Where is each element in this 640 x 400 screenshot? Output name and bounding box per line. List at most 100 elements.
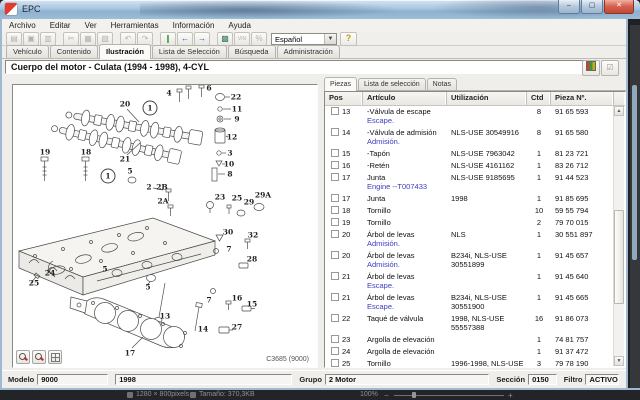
- row-checkbox[interactable]: [331, 347, 339, 355]
- row-checkbox[interactable]: [331, 194, 339, 202]
- table-row[interactable]: 13 -Válvula de escape Escape. 8 91 65 593: [325, 105, 614, 126]
- row-checkbox[interactable]: [331, 206, 339, 214]
- scroll-down-icon[interactable]: ▼: [614, 356, 624, 366]
- maximize-button[interactable]: ▢: [581, 0, 603, 14]
- row-article-cell: Junta Engine --T007433: [367, 173, 428, 191]
- table-row[interactable]: 21 Árbol de levas Escape. 1 91 45 640: [325, 270, 614, 291]
- row-pos-cell: 13: [325, 107, 363, 125]
- scroll-up-icon[interactable]: ▲: [614, 106, 624, 116]
- column-header-pos[interactable]: Pos: [325, 92, 363, 105]
- table-row[interactable]: 18 Tornillo 10 59 55 794: [325, 204, 614, 216]
- tab-veh-culo[interactable]: Vehículo: [6, 45, 49, 58]
- row-checkbox[interactable]: [331, 218, 339, 226]
- column-header-qty[interactable]: Ctd: [527, 92, 551, 105]
- row-checkbox[interactable]: [331, 173, 339, 181]
- cut-icon[interactable]: ✂: [63, 31, 79, 46]
- column-header-article[interactable]: Artículo: [363, 92, 447, 105]
- row-checkbox[interactable]: [331, 161, 339, 169]
- table-row[interactable]: 17 Junta Engine --T007433 NLS-USE 9185695 1 9…: [325, 171, 614, 192]
- copy-icon[interactable]: ▦: [80, 31, 96, 46]
- zoom-out-viewer-icon[interactable]: −: [384, 391, 389, 400]
- save-icon[interactable]: ▣: [23, 31, 39, 46]
- row-pos-cell: 23: [325, 335, 363, 344]
- vin-icon[interactable]: VIN: [234, 31, 250, 46]
- row-article-cell: Árbol de levas Escape.: [367, 293, 415, 311]
- column-header-usage[interactable]: Utilización: [447, 92, 527, 105]
- menu-item-ayuda[interactable]: Ayuda: [221, 21, 258, 30]
- row-checkbox[interactable]: [331, 251, 339, 259]
- close-button[interactable]: ✕: [604, 0, 634, 14]
- parts-tab-lista-de-selecci-n[interactable]: Lista de selección: [358, 78, 426, 90]
- tab-lista-de-selecci-n[interactable]: Lista de Selección: [151, 45, 227, 58]
- viewer-zoom-knob[interactable]: [412, 392, 416, 398]
- illustration-panel[interactable]: 4 6 22 11 9 12 3 10 8 20 21 19 18 5 2 2B 2A 23 25 29 29A 30 32…: [12, 84, 318, 368]
- callout-11: 11: [231, 104, 243, 114]
- language-select[interactable]: Español ▼: [271, 32, 337, 45]
- row-checkbox[interactable]: [331, 314, 339, 322]
- help-button[interactable]: ?: [340, 31, 357, 46]
- row-checkbox[interactable]: [331, 272, 339, 280]
- table-row[interactable]: 14 -Válvula de admisión Admisión. NLS-USE 3…: [325, 126, 614, 147]
- tab-b-squeda[interactable]: Búsqueda: [227, 45, 276, 58]
- title-bar[interactable]: EPC – ▢ ✕: [0, 0, 640, 19]
- row-checkbox[interactable]: [331, 359, 339, 367]
- table-row[interactable]: 21 Árbol de levas Escape. B234i, NLS-USE 30…: [325, 291, 614, 312]
- row-qty-cell: 1: [536, 293, 542, 302]
- tab-contenido[interactable]: Contenido: [49, 45, 98, 58]
- callout-28: 28: [246, 254, 258, 264]
- table-row[interactable]: 24 Argolla de elevación 1 91 37 472: [325, 345, 614, 357]
- row-checkbox[interactable]: [331, 293, 339, 301]
- scrollbar-thumb[interactable]: [614, 210, 624, 304]
- percent-icon[interactable]: %: [251, 31, 267, 46]
- menu-item-archivo[interactable]: Archivo: [2, 21, 43, 30]
- zoom-out-button[interactable]: [32, 350, 46, 364]
- row-article-cell: Árbol de levas Admisión.: [367, 251, 415, 269]
- status-label-grupo: Grupo: [299, 375, 322, 384]
- table-row[interactable]: 15 -Tapón NLS-USE 7963042 1 81 23 721: [325, 147, 614, 159]
- row-checkbox[interactable]: [331, 335, 339, 343]
- menu-item-herramientas[interactable]: Herramientas: [104, 21, 166, 30]
- callout-circled-1: 1: [100, 168, 116, 184]
- table-row[interactable]: 25 Tornillo 1996-1998, NLS-USE 55566034 3 79…: [325, 357, 614, 367]
- menu-item-ver[interactable]: Ver: [78, 21, 104, 30]
- table-row[interactable]: 22 Taqué de válvula 1998, NLS-USE 55557388…: [325, 312, 614, 333]
- minimize-button[interactable]: –: [558, 0, 580, 14]
- table-row[interactable]: 20 Árbol de levas Admisión. B234i, NLS-USE …: [325, 249, 614, 270]
- row-qty-cell: 8: [536, 128, 542, 137]
- table-row[interactable]: 23 Argolla de elevación 1 74 81 757: [325, 333, 614, 345]
- forward-icon[interactable]: →: [194, 31, 210, 46]
- column-header-partno[interactable]: Pieza Nº.: [551, 92, 614, 105]
- table-row[interactable]: 16 -Retén NLS-USE 4161162 1 83 26 712: [325, 159, 614, 171]
- status-bar: Modelo 9000 1998 Grupo 2 Motor Sección 0150 Fil…: [2, 370, 626, 388]
- zoom-in-button[interactable]: [16, 350, 30, 364]
- fit-view-button[interactable]: [48, 350, 62, 364]
- tab-administraci-n[interactable]: Administración: [276, 45, 340, 58]
- table-row[interactable]: 19 Tornillo 2 79 70 015: [325, 216, 614, 228]
- parts-tab-piezas[interactable]: Piezas: [324, 77, 358, 91]
- row-checkbox[interactable]: [331, 230, 339, 238]
- row-checkbox[interactable]: [331, 107, 339, 115]
- back-icon[interactable]: ←: [177, 31, 193, 46]
- table-row[interactable]: 17 Junta 1998 1 91 85 695: [325, 192, 614, 204]
- menu-item-informacin[interactable]: Información: [166, 21, 222, 30]
- row-qty-cell: 1: [536, 272, 542, 281]
- background-scrollbar[interactable]: [632, 85, 637, 260]
- row-partno-cell: 91 86 073: [555, 314, 589, 323]
- row-checkbox[interactable]: [331, 128, 339, 136]
- viewer-zoom-slider[interactable]: [394, 394, 504, 396]
- table-scrollbar[interactable]: ▲ ▼: [613, 106, 624, 366]
- open-icon[interactable]: ▤: [6, 31, 22, 46]
- catalog-icon[interactable]: ▩: [217, 31, 233, 46]
- zoom-in-viewer-icon[interactable]: +: [508, 391, 513, 400]
- chevron-down-icon[interactable]: ▼: [324, 33, 336, 44]
- select-view-button[interactable]: ☑: [601, 60, 619, 76]
- legend-button[interactable]: [582, 60, 600, 76]
- filter-state-icon[interactable]: ❙: [160, 31, 176, 46]
- tab-ilustraci-n[interactable]: Ilustración: [98, 44, 151, 59]
- print-icon[interactable]: ▥: [40, 31, 56, 46]
- callout-32: 32: [247, 230, 259, 240]
- table-row[interactable]: 20 Árbol de levas Admisión. NLS 1 30 551 897: [325, 228, 614, 249]
- menu-item-editar[interactable]: Editar: [43, 21, 78, 30]
- row-checkbox[interactable]: [331, 149, 339, 157]
- parts-tab-notas[interactable]: Notas: [426, 78, 457, 90]
